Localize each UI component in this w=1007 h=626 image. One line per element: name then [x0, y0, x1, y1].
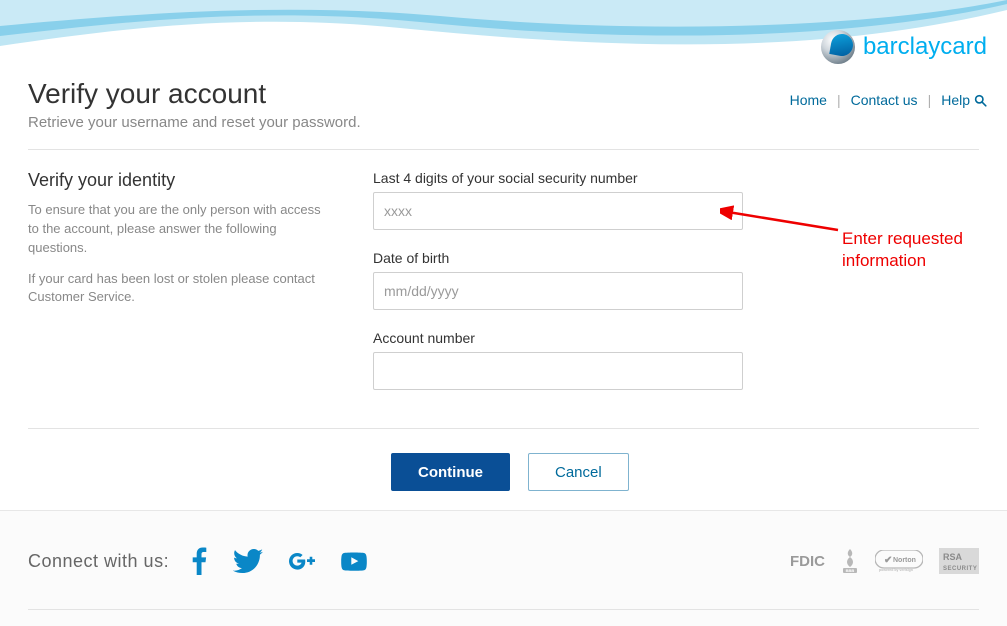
svg-text:BBB: BBB: [846, 568, 855, 573]
footer-badges: FDIC BBB ✔Norton powered by verisign RSA S…: [790, 548, 979, 574]
account-number-input[interactable]: [373, 352, 743, 390]
footer: Connect with us: Tube FDIC BBB ✔Norton po…: [0, 510, 1007, 626]
nav-help-link[interactable]: Help: [941, 92, 970, 108]
googleplus-icon[interactable]: [289, 548, 315, 574]
form-column: Last 4 digits of your social security nu…: [373, 170, 743, 410]
brand-logo-mark: [821, 30, 855, 64]
left-column: Verify your identity To ensure that you …: [28, 170, 373, 410]
svg-text:Tube: Tube: [347, 566, 361, 572]
cancel-button[interactable]: Cancel: [528, 453, 629, 491]
nav-separator: |: [837, 92, 841, 108]
ssn4-input[interactable]: [373, 192, 743, 230]
lost-stolen-text: If your card has been lost or stolen ple…: [28, 270, 333, 308]
divider: [28, 428, 979, 429]
fdic-badge: FDIC: [790, 553, 825, 570]
divider: [28, 149, 979, 150]
svg-text:SECURITY: SECURITY: [943, 566, 977, 572]
facebook-icon[interactable]: [191, 547, 207, 575]
divider: [28, 609, 979, 610]
nav-home-link[interactable]: Home: [790, 92, 827, 108]
brand-logo-text: barclaycard: [863, 33, 987, 61]
norton-badge: ✔Norton powered by verisign: [875, 550, 923, 572]
rsa-badge: RSA SECURITY: [939, 548, 979, 574]
svg-text:powered by verisign: powered by verisign: [879, 568, 913, 572]
svg-text:✔: ✔: [884, 555, 892, 566]
ssn4-label: Last 4 digits of your social security nu…: [373, 170, 743, 186]
svg-text:Norton: Norton: [893, 557, 916, 564]
youtube-icon[interactable]: Tube: [341, 548, 367, 574]
search-icon[interactable]: [974, 94, 987, 107]
identity-intro-text: To ensure that you are the only person w…: [28, 201, 333, 258]
twitter-icon[interactable]: [233, 549, 263, 573]
nav-contact-link[interactable]: Contact us: [851, 92, 918, 108]
brand-logo: barclaycard: [821, 30, 987, 64]
dob-input[interactable]: [373, 272, 743, 310]
bbb-badge: BBB: [841, 548, 859, 574]
top-nav: Home | Contact us | Help: [790, 92, 987, 108]
account-number-label: Account number: [373, 330, 743, 346]
connect-label: Connect with us:: [28, 551, 169, 572]
svg-text:RSA: RSA: [943, 552, 963, 562]
identity-heading: Verify your identity: [28, 170, 333, 191]
continue-button[interactable]: Continue: [391, 453, 510, 491]
dob-label: Date of birth: [373, 250, 743, 266]
nav-separator: |: [928, 92, 932, 108]
page-subhead: Retrieve your username and reset your pa…: [28, 114, 979, 131]
